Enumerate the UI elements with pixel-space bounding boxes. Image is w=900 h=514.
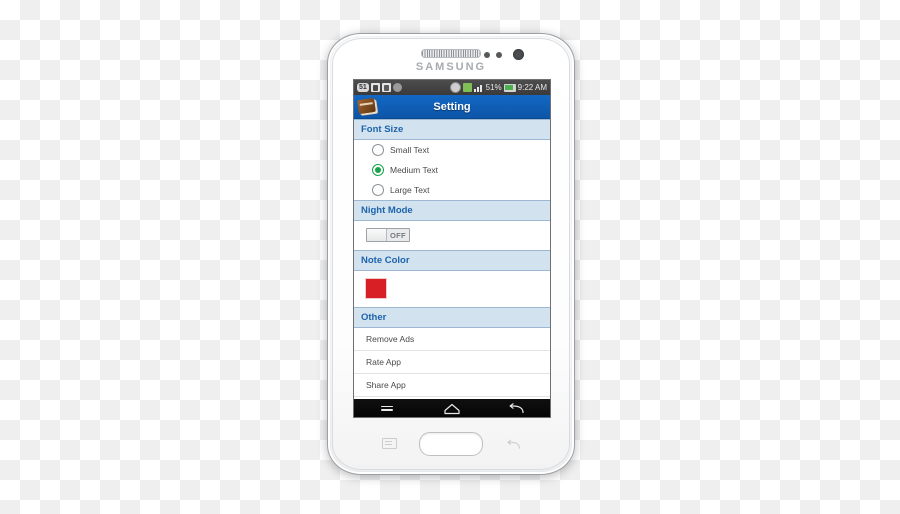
radio-icon-selected[interactable] [372, 164, 384, 176]
clock-label: 9:22 AM [517, 83, 547, 92]
clipboard-alt-icon [381, 83, 391, 92]
list-item-rate-app[interactable]: Rate App [354, 351, 550, 374]
capacitive-menu-key[interactable] [382, 438, 397, 449]
section-header-font-size: Font Size [354, 119, 550, 140]
settings-content: Font Size Small Text Medium Text Large T… [354, 119, 550, 399]
phone-screen: 51 51% 9:22 AM Setting Font Size Small T… [353, 79, 551, 418]
capacitive-back-key[interactable] [506, 438, 522, 450]
notification-count-badge: 51 [357, 83, 369, 92]
home-button[interactable] [419, 432, 483, 456]
radio-label: Large Text [390, 185, 430, 195]
radio-option-small-text[interactable]: Small Text [354, 140, 550, 160]
status-bar-left-icons: 51 [357, 83, 402, 92]
status-bar-right-icons: 51% 9:22 AM [449, 82, 547, 93]
section-body-note-color [354, 271, 550, 307]
home-icon[interactable] [443, 403, 461, 415]
back-icon[interactable] [508, 402, 526, 415]
section-body-font-size: Small Text Medium Text Large Text [354, 140, 550, 200]
wifi-icon [462, 83, 472, 92]
toggle-state-label: OFF [390, 230, 406, 240]
list-item-share-app[interactable]: Share App [354, 374, 550, 397]
section-header-other: Other [354, 307, 550, 328]
clipboard-icon [370, 83, 380, 92]
note-color-swatch[interactable] [365, 278, 387, 299]
menu-icon[interactable] [378, 403, 396, 415]
earpiece-speaker-icon [421, 49, 481, 58]
list-item-remove-ads[interactable]: Remove Ads [354, 328, 550, 351]
device-brand-label: SAMSUNG [415, 61, 487, 73]
page-title: Setting [433, 100, 471, 113]
radio-icon[interactable] [372, 184, 384, 196]
radio-option-large-text[interactable]: Large Text [354, 180, 550, 200]
section-header-night-mode: Night Mode [354, 200, 550, 221]
status-bar: 51 51% 9:22 AM [354, 80, 550, 95]
section-body-other: Remove Ads Rate App Share App More Apps [354, 328, 550, 399]
globe-icon [392, 83, 402, 92]
section-body-night-mode: OFF [354, 221, 550, 250]
night-mode-toggle[interactable]: OFF [366, 228, 410, 242]
phone-device: SAMSUNG 51 51% 9:22 AM Setting Font Size… [327, 33, 575, 475]
radio-label: Medium Text [390, 165, 439, 175]
toggle-knob[interactable] [367, 229, 387, 241]
radio-icon[interactable] [372, 144, 384, 156]
radio-label: Small Text [390, 145, 430, 155]
light-sensor-icon [496, 52, 502, 58]
action-bar: Setting [354, 95, 550, 119]
battery-percent-label: 51% [485, 83, 502, 92]
signal-bars-icon [473, 83, 484, 92]
front-camera-icon [513, 49, 524, 60]
radio-option-medium-text[interactable]: Medium Text [354, 160, 550, 180]
section-header-note-color: Note Color [354, 250, 550, 271]
battery-icon [503, 83, 516, 92]
alarm-icon [449, 82, 461, 93]
proximity-sensor-icon [484, 52, 490, 58]
android-nav-bar [354, 399, 550, 417]
